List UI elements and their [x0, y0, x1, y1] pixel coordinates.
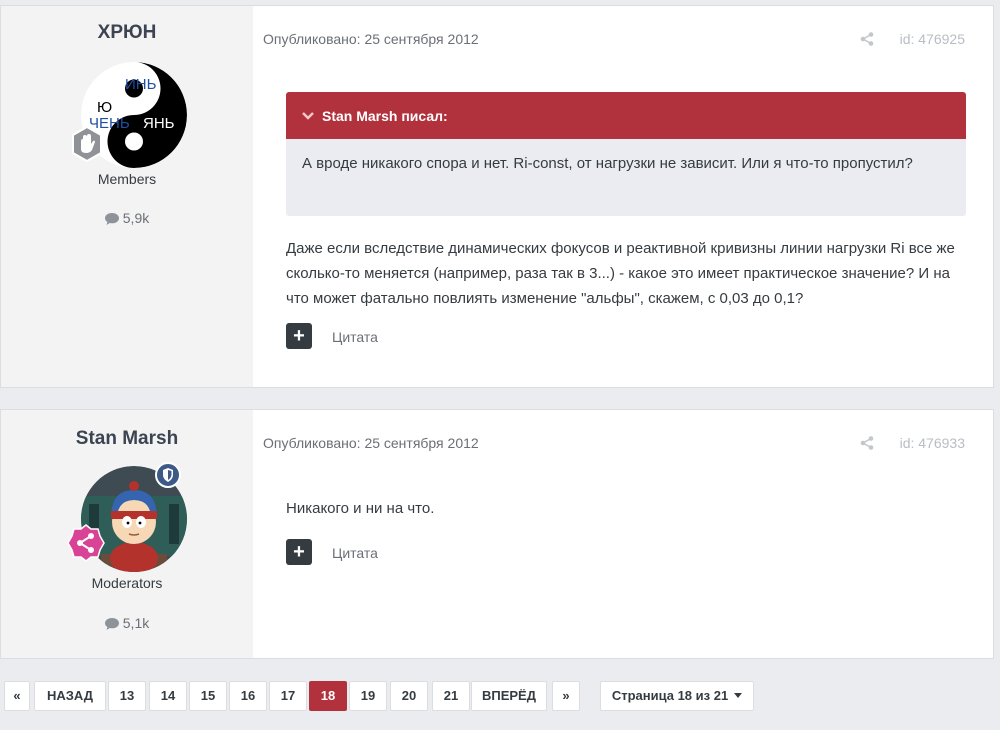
multiquote-add-button[interactable]: + — [286, 539, 312, 565]
post-body: Даже если вследствие динамических фокусо… — [286, 236, 966, 311]
post-body: Никакого и ни на что. — [286, 496, 966, 521]
page-jump-label: Страница 18 из 21 — [611, 688, 729, 703]
post-date: Опубликовано: 25 сентября 2012 — [263, 31, 479, 47]
comment-icon — [104, 213, 119, 225]
prev-page-button[interactable]: НАЗАД — [34, 681, 106, 711]
user-group: Members — [97, 171, 157, 187]
next-page-button[interactable]: ВПЕРЁД — [471, 681, 547, 711]
post-date: Опубликовано: 25 сентября 2012 — [263, 435, 479, 451]
multiquote-add-button[interactable]: + — [286, 323, 312, 349]
avatar-text: ЯНЬ — [143, 115, 175, 132]
author-name[interactable]: ХРЮН — [1, 22, 253, 44]
post-meta: id: 476925 — [860, 31, 965, 47]
post-id[interactable]: id: 476933 — [900, 435, 965, 451]
comment-icon — [104, 618, 119, 630]
page-button[interactable]: 16 — [229, 681, 267, 711]
post-paragraph: Никакого и ни на что. — [286, 500, 435, 517]
page-button[interactable]: 15 — [189, 681, 227, 711]
post: ХРЮН ИНЬ ЯНЬ Ю ЧЕНЬ Members 5,9k Опублик — [0, 5, 994, 388]
first-page-button[interactable]: « — [4, 681, 30, 711]
page-jump-dropdown[interactable]: Страница 18 из 21 — [600, 681, 754, 711]
author-name[interactable]: Stan Marsh — [1, 428, 253, 450]
avatar-text: ИНЬ — [125, 76, 157, 93]
page-button[interactable]: 20 — [390, 681, 428, 711]
last-page-button[interactable]: » — [552, 681, 580, 711]
quote-button[interactable]: Цитата — [332, 329, 378, 345]
quote-header[interactable]: Stan Marsh писал: — [286, 92, 966, 139]
caret-down-icon — [734, 693, 743, 698]
post-count-value: 5,1k — [122, 615, 150, 631]
user-group: Moderators — [91, 575, 163, 591]
post-count-value: 5,9k — [122, 210, 150, 226]
current-page-button[interactable]: 18 — [309, 681, 347, 711]
avatar-text: Ю — [97, 99, 112, 116]
post-paragraph: Даже если вследствие динамических фокусо… — [286, 240, 955, 307]
page-button[interactable]: 19 — [349, 681, 387, 711]
rank-badge-icon — [67, 524, 105, 562]
post-meta: id: 476933 — [860, 435, 965, 451]
post-count: 5,1k — [1, 615, 253, 631]
chevron-down-icon — [302, 111, 314, 120]
quote-text: А вроде никакого спора и нет. Ri-const, … — [302, 155, 913, 172]
page-button[interactable]: 17 — [269, 681, 307, 711]
rank-badge-icon — [69, 125, 105, 163]
post-count: 5,9k — [1, 210, 253, 226]
share-icon[interactable] — [860, 32, 874, 46]
quote-author: Stan Marsh писал: — [322, 107, 448, 124]
post-id[interactable]: id: 476925 — [900, 31, 965, 47]
author-panel: ХРЮН ИНЬ ЯНЬ Ю ЧЕНЬ Members 5,9k — [1, 6, 253, 387]
moderator-shield-icon — [155, 462, 181, 488]
page-button[interactable]: 21 — [432, 681, 470, 711]
blockquote: Stan Marsh писал: А вроде никакого спора… — [286, 92, 966, 216]
page-button[interactable]: 14 — [149, 681, 187, 711]
post: Stan Marsh Moderators 5,1k Опубликовано:… — [0, 409, 994, 659]
page-button[interactable]: 13 — [108, 681, 146, 711]
quote-button[interactable]: Цитата — [332, 545, 378, 561]
author-panel: Stan Marsh Moderators 5,1k — [1, 410, 253, 658]
share-icon[interactable] — [860, 436, 874, 450]
